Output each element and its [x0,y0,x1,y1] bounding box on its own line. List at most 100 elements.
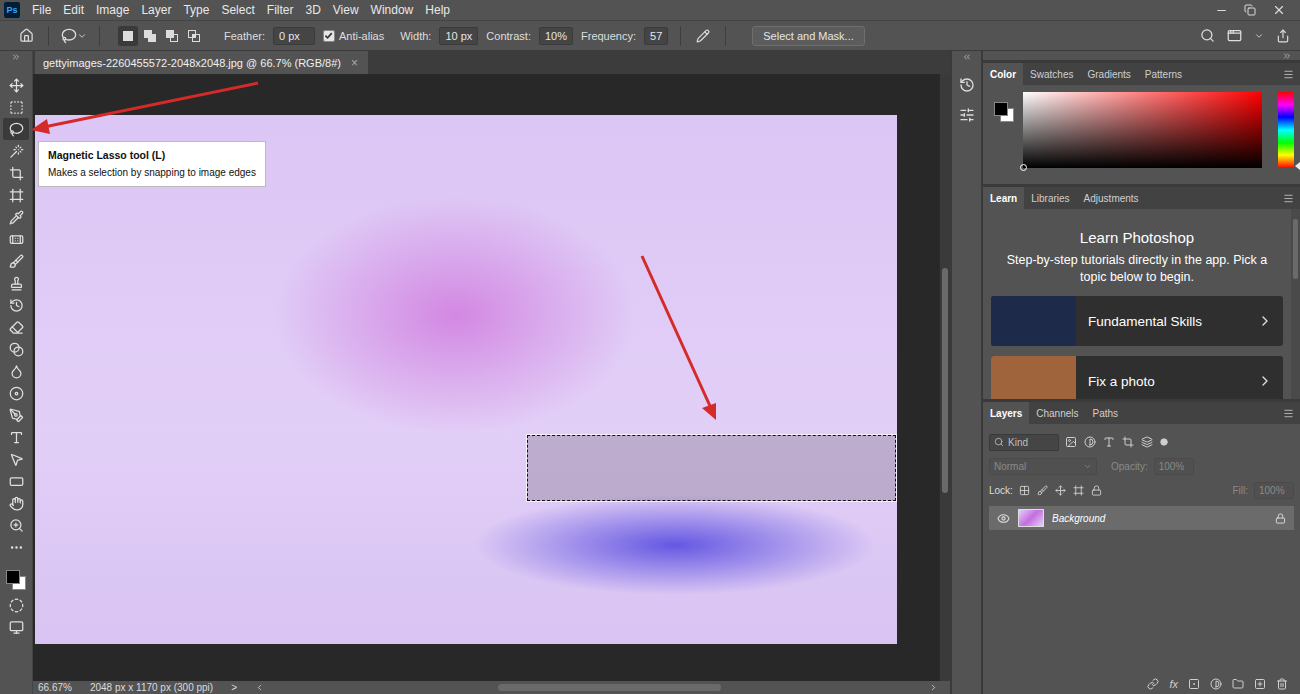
foreground-swatch[interactable] [994,102,1008,116]
scroll-track[interactable] [268,684,925,691]
trash-icon[interactable] [1276,678,1288,690]
menu-item[interactable]: View [327,0,365,20]
selection-mode-button[interactable] [162,26,182,46]
scroll-thumb[interactable] [498,684,721,691]
pixel-filter-icon[interactable] [1065,436,1077,448]
panel-tab[interactable]: Swatches [1023,63,1080,85]
selection-marquee[interactable] [527,435,896,501]
anti-alias-checkbox[interactable]: Anti-alias [323,30,384,42]
tool-button[interactable] [3,74,29,96]
select-and-mask-button[interactable]: Select and Mask... [752,26,865,46]
tool-button[interactable] [3,360,29,382]
menu-item[interactable]: Window [365,0,420,20]
tool-button[interactable] [3,184,29,206]
tool-button[interactable] [3,616,29,638]
app-logo[interactable]: Ps [4,2,20,18]
foreground-swatch[interactable] [6,570,20,584]
lock-icon[interactable] [1275,513,1286,524]
filter-toggle-icon[interactable] [1160,438,1168,446]
tool-button[interactable] [3,492,29,514]
menu-item[interactable]: Image [90,0,135,20]
menu-item[interactable]: Filter [261,0,300,20]
restore-icon[interactable] [1244,4,1256,16]
panel-tab[interactable]: Gradients [1080,63,1137,85]
tool-button[interactable] [3,206,29,228]
document-tab[interactable]: gettyimages-2260455572-2048x2048.jpg @ 6… [35,51,368,74]
tool-button[interactable] [3,294,29,316]
selection-mode-button[interactable] [184,26,204,46]
pen-pressure-button[interactable] [693,26,713,46]
menu-item[interactable]: Help [419,0,456,20]
lock-transparency-icon[interactable] [1019,485,1030,496]
setting-field[interactable]: 10% [539,27,573,45]
collapse-icon[interactable] [1282,51,1292,61]
tool-button[interactable] [3,338,29,360]
scroll-thumb[interactable] [1293,219,1298,279]
menu-item[interactable]: Edit [57,0,90,20]
tool-button[interactable] [3,536,29,558]
tool-button[interactable] [3,96,29,118]
lock-artboard-icon[interactable] [1073,485,1084,496]
scroll-left-icon[interactable] [255,683,264,692]
hue-marker[interactable] [1295,162,1300,170]
adjustment-filter-icon[interactable] [1084,436,1096,448]
mask-icon[interactable] [1188,678,1200,690]
foreground-background[interactable] [991,92,1017,118]
fill-field[interactable]: 100% [1254,482,1294,499]
panel-tab[interactable]: Channels [1029,402,1085,424]
home-button[interactable] [16,26,36,46]
horizontal-scrollbar[interactable] [255,682,938,693]
tool-button[interactable] [3,404,29,426]
adjustment-icon[interactable] [1210,678,1222,690]
panel-tab[interactable]: Color [983,63,1023,85]
smart-object-filter-icon[interactable] [1141,436,1153,448]
lock-pixels-icon[interactable] [1037,485,1048,496]
color-swatches[interactable] [3,560,29,592]
properties-icon[interactable] [959,107,975,123]
zoom-level[interactable]: 66.67% [38,681,72,694]
panel-tab[interactable]: Paths [1086,402,1126,424]
panel-tab[interactable]: Patterns [1138,63,1189,85]
new-layer-icon[interactable] [1254,678,1266,690]
fx-button[interactable]: fx [1169,678,1178,690]
layer-name[interactable]: Background [1052,513,1267,524]
tab-close[interactable]: × [351,56,358,70]
collapse-icon[interactable] [962,52,972,62]
color-marker[interactable] [1020,164,1027,171]
eye-icon[interactable] [997,512,1010,525]
search-icon[interactable] [1200,28,1215,43]
scroll-thumb[interactable] [942,268,948,493]
tool-button[interactable] [3,594,29,616]
tool-button[interactable] [3,228,29,250]
folder-icon[interactable] [1232,678,1244,690]
tool-preset-button[interactable] [61,26,87,46]
panel-menu[interactable] [1283,187,1294,209]
link-icon[interactable] [1147,678,1159,690]
tool-button[interactable] [3,140,29,162]
learn-scrollbar[interactable] [1291,209,1300,399]
tool-button[interactable] [3,118,29,140]
status-menu[interactable]: > [231,681,237,694]
topic-card[interactable]: Fix a photo [991,356,1283,399]
dropdown-icon[interactable] [1254,31,1264,41]
panel-tab[interactable]: Learn [983,187,1024,209]
tool-button[interactable] [3,382,29,404]
feather-field[interactable]: 0 px [273,27,315,45]
vertical-scrollbar[interactable] [939,74,950,681]
panel-menu[interactable] [1283,63,1294,85]
setting-field[interactable]: 10 px [439,27,478,45]
scroll-right-icon[interactable] [929,683,938,692]
expand-icon[interactable] [11,52,21,62]
layer-row[interactable]: Background [989,506,1294,530]
tool-button[interactable] [3,470,29,492]
setting-field[interactable]: 57 [644,27,668,45]
lock-all-icon[interactable] [1091,485,1102,496]
menu-item[interactable]: Type [177,0,215,20]
tool-button[interactable] [3,272,29,294]
hue-slider[interactable] [1278,92,1294,168]
shape-filter-icon[interactable] [1122,436,1134,448]
panel-tab[interactable]: Adjustments [1077,187,1146,209]
layer-filter[interactable]: Kind [989,434,1059,451]
panel-tab[interactable]: Libraries [1024,187,1076,209]
topic-card[interactable]: Fundamental Skills [991,296,1283,346]
